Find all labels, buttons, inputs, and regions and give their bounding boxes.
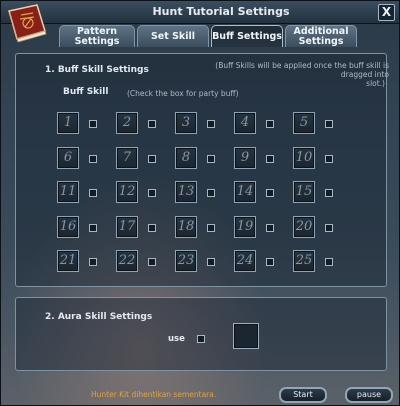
window-title: Hunt Tutorial Settings	[152, 5, 290, 18]
buff-slot[interactable]: 12	[116, 181, 138, 203]
tab-pattern-settings[interactable]: Pattern Settings	[59, 25, 135, 47]
party-buff-checkbox[interactable]	[266, 120, 274, 128]
party-buff-checkbox[interactable]	[207, 224, 215, 232]
buff-slot[interactable]: 2	[116, 112, 138, 134]
buff-slot[interactable]: 18	[175, 216, 197, 238]
buff-slot[interactable]: 8	[175, 147, 197, 169]
tab-additional-settings[interactable]: Additional Settings	[285, 25, 357, 47]
party-buff-checkbox[interactable]	[266, 224, 274, 232]
buff-slot[interactable]: 7	[116, 147, 138, 169]
tab-label: Additional	[293, 25, 349, 37]
buff-slot[interactable]: 4	[234, 112, 256, 134]
party-buff-checkbox[interactable]	[207, 189, 215, 197]
party-buff-checkbox[interactable]	[325, 258, 333, 266]
buff-skill-label: Buff Skill	[63, 87, 109, 97]
title-bar[interactable]: Hunt Tutorial Settings X	[1, 1, 399, 24]
buff-slot[interactable]: 10	[293, 147, 315, 169]
aura-use-checkbox[interactable]	[197, 335, 205, 343]
party-buff-checkbox[interactable]	[207, 155, 215, 163]
buff-slot[interactable]: 14	[234, 181, 256, 203]
tab-label: Pattern	[76, 25, 118, 37]
buff-slot[interactable]: 20	[293, 216, 315, 238]
party-buff-checkbox[interactable]	[89, 155, 97, 163]
start-button[interactable]: Start	[279, 387, 327, 403]
buff-slot[interactable]: 21	[57, 250, 79, 272]
party-buff-checkbox[interactable]	[325, 155, 333, 163]
status-message: Hunter Kit dihentikan sementara.	[91, 390, 217, 399]
close-button[interactable]: X	[378, 4, 395, 21]
party-buff-checkbox[interactable]	[207, 258, 215, 266]
buff-slot[interactable]: 11	[57, 181, 79, 203]
party-buff-checkbox[interactable]	[325, 120, 333, 128]
party-buff-note: (Check the box for party buff)	[127, 89, 239, 98]
buff-note-line: (Buff Skills will be applied once the bu…	[215, 61, 389, 79]
party-buff-checkbox[interactable]	[325, 189, 333, 197]
buff-slot[interactable]: 3	[175, 112, 197, 134]
party-buff-checkbox[interactable]	[89, 224, 97, 232]
buff-slot[interactable]: 23	[175, 250, 197, 272]
party-buff-checkbox[interactable]	[266, 258, 274, 266]
buff-slot[interactable]: 22	[116, 250, 138, 272]
tab-label: Settings	[298, 35, 344, 47]
party-buff-checkbox[interactable]	[148, 224, 156, 232]
hunt-tutorial-window: Hunt Tutorial Settings X Pattern Settings…	[0, 0, 400, 406]
party-buff-checkbox[interactable]	[266, 189, 274, 197]
buff-section-heading: 1. Buff Skill Settings	[45, 65, 149, 75]
party-buff-checkbox[interactable]	[89, 258, 97, 266]
tab-buff-settings[interactable]: Buff Settings	[211, 25, 283, 47]
buff-slot[interactable]: 5	[293, 112, 315, 134]
tab-label: Settings	[74, 35, 120, 47]
buff-slot[interactable]: 25	[293, 250, 315, 272]
tab-label: Buff Settings	[212, 30, 282, 42]
buff-slot[interactable]: 17	[116, 216, 138, 238]
party-buff-checkbox[interactable]	[148, 155, 156, 163]
buff-slot[interactable]: 6	[57, 147, 79, 169]
buff-note-line: slot.)	[366, 79, 385, 88]
buff-slot[interactable]: 24	[234, 250, 256, 272]
book-icon	[8, 4, 47, 43]
buff-slot[interactable]: 1	[57, 112, 79, 134]
party-buff-checkbox[interactable]	[89, 189, 97, 197]
party-buff-checkbox[interactable]	[148, 120, 156, 128]
aura-use-label: use	[168, 334, 185, 344]
party-buff-checkbox[interactable]	[325, 224, 333, 232]
party-buff-checkbox[interactable]	[207, 120, 215, 128]
buff-slot[interactable]: 19	[234, 216, 256, 238]
aura-section-heading: 2. Aura Skill Settings	[45, 312, 153, 322]
buff-note: (Buff Skills will be applied once the bu…	[189, 61, 389, 88]
party-buff-checkbox[interactable]	[266, 155, 274, 163]
party-buff-checkbox[interactable]	[89, 120, 97, 128]
party-buff-checkbox[interactable]	[148, 258, 156, 266]
buff-slot[interactable]: 13	[175, 181, 197, 203]
pause-button[interactable]: pause	[345, 387, 393, 403]
tab-set-skill[interactable]: Set Skill	[137, 25, 209, 47]
aura-skill-slot[interactable]	[233, 323, 259, 349]
tab-label: Set Skill	[150, 30, 196, 42]
buff-slot[interactable]: 16	[57, 216, 79, 238]
party-buff-checkbox[interactable]	[148, 189, 156, 197]
aura-settings-panel	[15, 297, 387, 371]
buff-slot[interactable]: 9	[234, 147, 256, 169]
buff-slot[interactable]: 15	[293, 181, 315, 203]
